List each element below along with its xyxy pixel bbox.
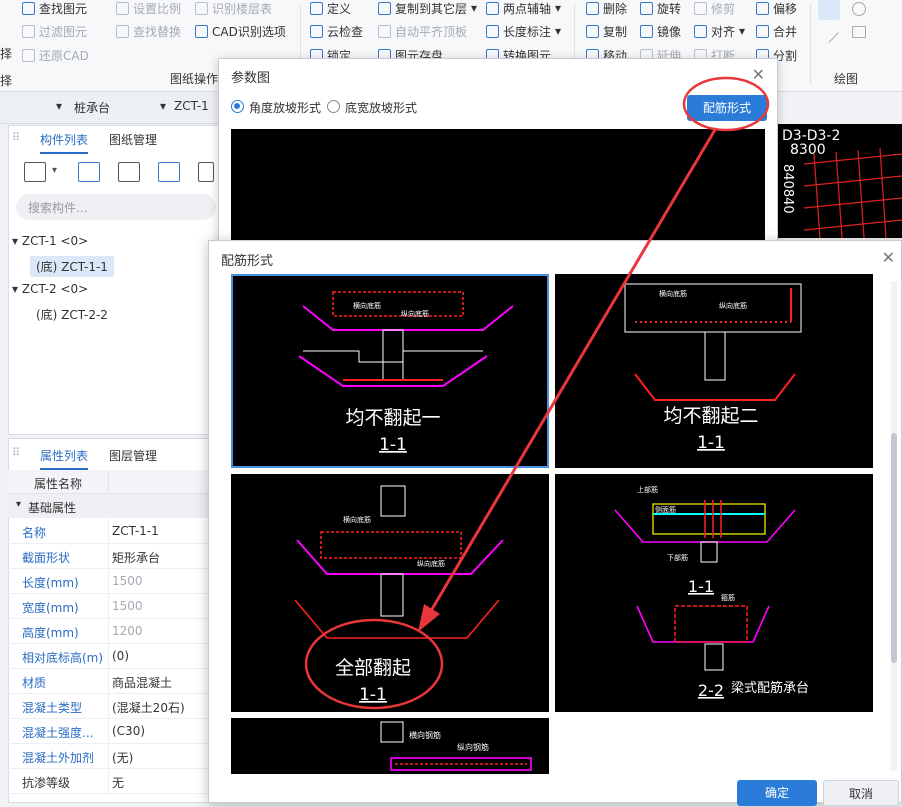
highlight-ellipse [304,618,444,710]
annotation-overlay [304,76,770,710]
arrowhead-icon [418,604,440,632]
highlight-ellipse [682,76,770,132]
annotation-arrow [426,127,718,617]
